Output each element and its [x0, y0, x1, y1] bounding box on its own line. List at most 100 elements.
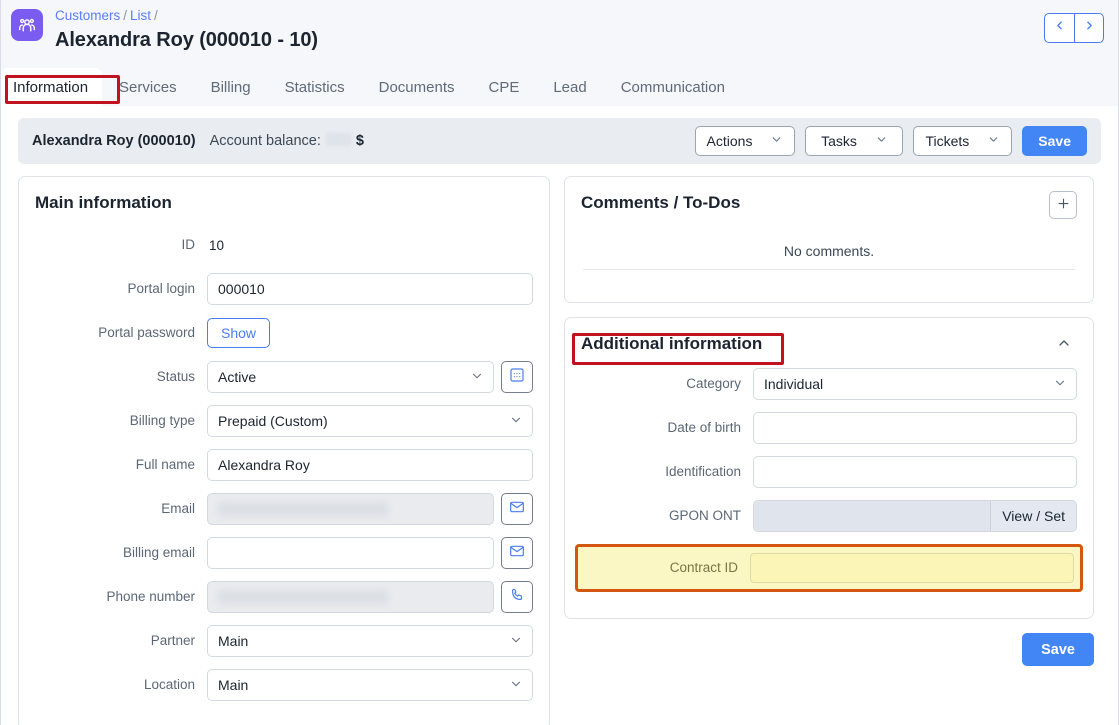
date-of-birth-label: Date of birth	[667, 420, 741, 435]
gpon-ont-input	[754, 501, 992, 531]
field-row-status: Status Active	[35, 361, 533, 393]
chevron-down-icon	[987, 133, 1000, 149]
no-comments-text: No comments.	[583, 229, 1075, 270]
partner-value: Main	[218, 633, 249, 649]
save-button-top[interactable]: Save	[1022, 126, 1087, 156]
field-row-billing-type: Billing type Prepaid (Custom)	[35, 405, 533, 437]
page-title: Alexandra Roy (000010 - 10)	[55, 29, 318, 51]
billing-type-value: Prepaid (Custom)	[218, 413, 328, 429]
full-name-input[interactable]: Alexandra Roy	[207, 449, 533, 481]
chevron-down-icon	[875, 133, 888, 149]
gpon-ont-label: GPON ONT	[668, 508, 741, 523]
field-row-category: Category Individual	[581, 368, 1077, 400]
field-row-portal-login: Portal login 000010	[35, 273, 533, 305]
call-button[interactable]	[501, 581, 533, 613]
account-balance-text: Account balance:	[209, 133, 321, 149]
add-comment-button[interactable]	[1049, 191, 1077, 219]
tab-documents[interactable]: Documents	[362, 68, 472, 106]
tab-billing[interactable]: Billing	[194, 68, 268, 106]
status-select[interactable]: Active	[207, 361, 494, 393]
location-value: Main	[218, 677, 249, 693]
additional-information-title: Additional information	[581, 334, 763, 353]
save-button-bottom[interactable]: Save	[1022, 633, 1094, 666]
tabs-bar: Information Services Billing Statistics …	[1, 68, 1118, 106]
tab-statistics[interactable]: Statistics	[268, 68, 362, 106]
comments-spacer	[581, 270, 1077, 286]
tab-communication[interactable]: Communication	[604, 68, 742, 106]
chevron-right-icon	[1083, 19, 1096, 37]
portal-login-input[interactable]: 000010	[207, 273, 533, 305]
breadcrumb-item-list[interactable]: List	[130, 8, 151, 23]
comments-todos-title: Comments / To-Dos	[581, 193, 741, 212]
main-information-title: Main information	[35, 193, 172, 212]
chevron-down-icon	[509, 633, 523, 650]
field-row-date-of-birth: Date of birth	[581, 412, 1077, 444]
chevron-down-icon	[1053, 376, 1067, 393]
chevron-up-icon	[1056, 335, 1072, 356]
contract-id-label: Contract ID	[669, 560, 738, 575]
tab-services[interactable]: Services	[102, 68, 194, 106]
billing-type-label: Billing type	[129, 413, 195, 428]
send-email-button[interactable]	[501, 493, 533, 525]
contract-id-input[interactable]	[750, 553, 1074, 583]
tab-lead[interactable]: Lead	[536, 68, 603, 106]
record-navigation	[1044, 13, 1104, 43]
location-label: Location	[143, 677, 195, 692]
identification-input[interactable]	[753, 456, 1077, 488]
tickets-dropdown-button[interactable]: Tickets	[913, 126, 1013, 156]
show-password-button[interactable]: Show	[207, 318, 271, 348]
email-label: Email	[161, 501, 195, 516]
category-value: Individual	[764, 376, 824, 392]
chevron-down-icon	[770, 133, 783, 149]
breadcrumb-separator-2: /	[154, 8, 158, 23]
tab-information[interactable]: Information	[1, 68, 103, 106]
tab-cpe[interactable]: CPE	[472, 68, 537, 106]
phone-icon	[509, 587, 525, 608]
field-row-contract-id: Contract ID	[575, 544, 1083, 592]
date-of-birth-input[interactable]	[753, 412, 1077, 444]
next-record-button[interactable]	[1074, 13, 1104, 43]
portal-password-label: Portal password	[98, 325, 195, 340]
customer-name-label: Alexandra Roy (000010)	[32, 133, 196, 149]
status-picker-button[interactable]	[501, 361, 533, 393]
chevron-down-icon	[470, 369, 484, 386]
envelope-icon	[509, 543, 525, 564]
gpon-view-set-button[interactable]: View / Set	[991, 501, 1076, 531]
account-balance-label: Account balance:	[210, 133, 353, 149]
field-row-gpon-ont: GPON ONT View / Set	[581, 500, 1077, 532]
email-input[interactable]	[207, 493, 494, 525]
breadcrumb-item-customers[interactable]: Customers	[55, 8, 120, 23]
portal-login-label: Portal login	[127, 281, 195, 296]
partner-select[interactable]: Main	[207, 625, 533, 657]
actions-dropdown-button[interactable]: Actions	[694, 126, 796, 156]
status-value: Active	[218, 369, 257, 385]
field-row-email: Email	[35, 493, 533, 525]
category-select[interactable]: Individual	[753, 368, 1077, 400]
comments-todos-card: Comments / To-Dos No comments.	[564, 176, 1094, 303]
full-name-label: Full name	[135, 457, 195, 472]
email-redacted-value	[218, 502, 388, 516]
account-balance-value	[325, 133, 352, 146]
location-select[interactable]: Main	[207, 669, 533, 701]
previous-record-button[interactable]	[1044, 13, 1074, 43]
field-row-phone-number: Phone number	[35, 581, 533, 613]
collapse-additional-information-button[interactable]	[1051, 332, 1077, 358]
send-billing-email-button[interactable]	[501, 537, 533, 569]
id-value: 10	[209, 237, 225, 253]
tasks-label: Tasks	[821, 133, 857, 149]
billing-type-select[interactable]: Prepaid (Custom)	[207, 405, 533, 437]
tasks-dropdown-button[interactable]: Tasks	[805, 126, 904, 156]
action-buttons-group: Actions Tasks Tickets Save	[694, 126, 1087, 156]
category-label: Category	[686, 376, 741, 391]
phone-number-input[interactable]	[207, 581, 494, 613]
field-row-location: Location Main	[35, 669, 533, 701]
id-label: ID	[181, 237, 196, 252]
breadcrumb: Customers / List /	[55, 7, 1044, 24]
field-row-identification: Identification	[581, 456, 1077, 488]
billing-email-input[interactable]	[207, 537, 494, 569]
field-row-full-name: Full name Alexandra Roy	[35, 449, 533, 481]
actions-label: Actions	[706, 133, 753, 149]
phone-redacted-value	[218, 590, 388, 604]
currency-symbol: $	[355, 133, 364, 149]
additional-information-card: Additional information Category Individu…	[564, 317, 1094, 619]
